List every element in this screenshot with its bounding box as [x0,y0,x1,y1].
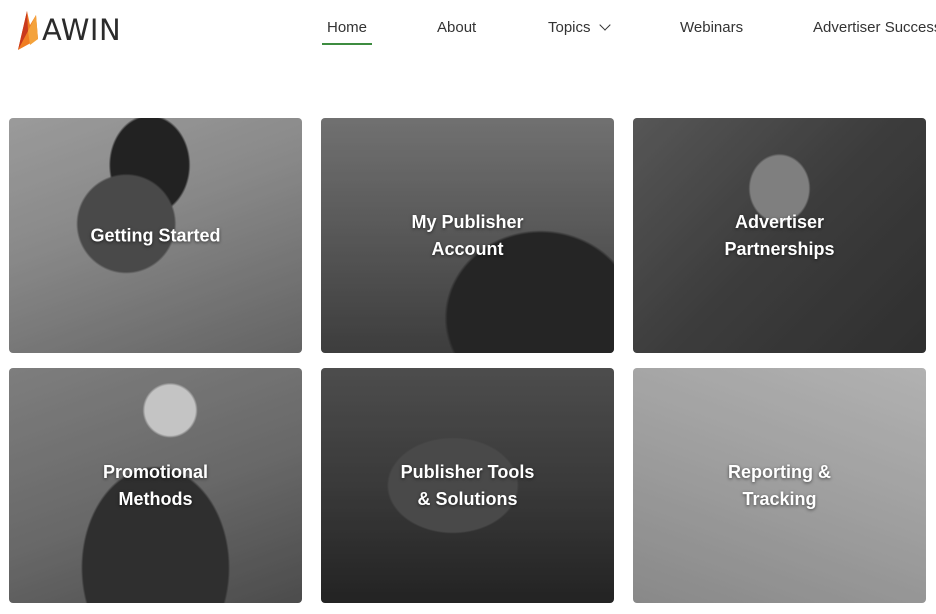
tile-label: Advertiser Partnerships [724,211,835,259]
tile-publisher-tools-solutions[interactable]: Publisher Tools & Solutions [321,368,614,603]
tile-label: Reporting & Tracking [728,461,831,509]
tile-label: Getting Started [90,225,221,245]
tile-getting-started[interactable]: Getting Started [9,118,302,353]
tile-label: Promotional Methods [102,461,208,509]
tile-my-publisher-account[interactable]: My Publisher Account [321,118,614,353]
tile-advertiser-partnerships[interactable]: Advertiser Partnerships [633,118,926,353]
tile-promotional-methods[interactable]: Promotional Methods [9,368,302,603]
topic-tiles-grid: Getting Started My Publisher Account Adve… [0,0,936,614]
tile-label: Publisher Tools & Solutions [400,461,535,509]
tile-reporting-tracking[interactable]: Reporting & Tracking [633,368,926,603]
tile-label: My Publisher Account [411,211,524,259]
